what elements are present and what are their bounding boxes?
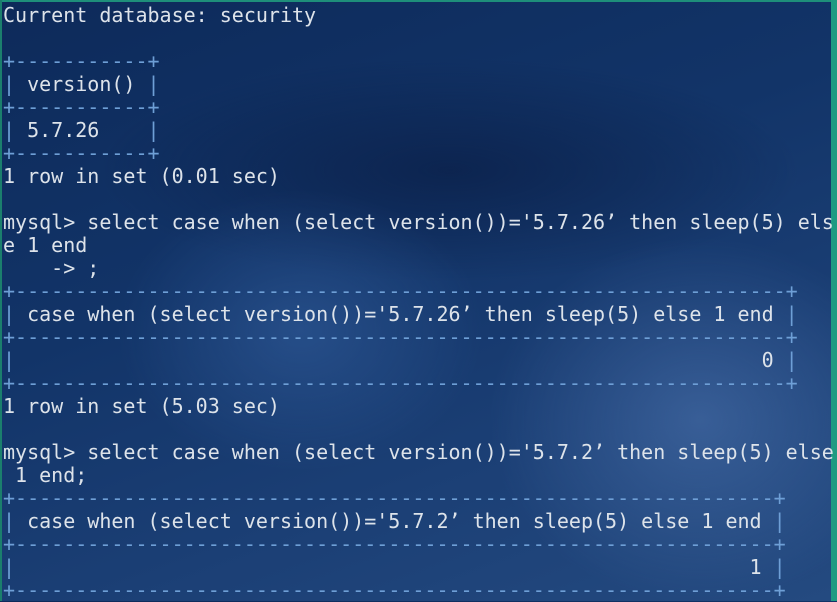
command-line: mysql> select case when (select version(… [3, 210, 834, 234]
table-border: +-----------+ [3, 95, 160, 119]
table-border: +---------------------------------------… [3, 486, 786, 510]
table-pipe: | [3, 555, 16, 579]
output-line: 1 row in set (0.01 sec) [3, 164, 280, 188]
table-border: +---------------------------------------… [3, 325, 798, 349]
table-cell: version() [27, 72, 136, 96]
window-left-border [0, 0, 2, 601]
table-border: +---------------------------------------… [3, 279, 798, 303]
table-pipe: | [3, 302, 16, 326]
command-line: mysql> select case when (select version(… [3, 440, 834, 464]
table-pipe: | [773, 555, 786, 579]
terminal-output[interactable]: Current database: security +-----------+ |… [3, 4, 834, 602]
table-pipe: | [773, 509, 786, 533]
output-line: 1 row in set (5.03 sec) [3, 394, 280, 418]
table-cell: 1 [749, 555, 762, 579]
table-pipe: | [3, 72, 16, 96]
table-border: +-----------+ [3, 141, 160, 165]
table-border: +---------------------------------------… [3, 578, 786, 602]
output-line: e 1 end [3, 233, 88, 257]
table-row: | 0 | [3, 349, 834, 372]
table-pipe: | [3, 348, 16, 372]
table-border: +---------------------------------------… [3, 532, 786, 556]
table-pipe: | [785, 302, 798, 326]
table-border: +---------------------------------------… [3, 371, 798, 395]
table-pipe: | [785, 348, 798, 372]
table-pipe: | [147, 118, 160, 142]
table-row: | 1 | [3, 556, 834, 579]
output-line: 1 end; [3, 463, 88, 487]
output-line: Current database: security [3, 3, 317, 27]
table-row: | case when (select version())='5.7.2’ th… [3, 510, 834, 533]
window-top-border [0, 0, 837, 2]
table-row: | 5.7.26 | [3, 119, 834, 142]
table-cell: case when (select version())='5.7.2’ the… [27, 509, 762, 533]
output-line: -> ; [3, 256, 100, 280]
table-pipe: | [147, 72, 160, 96]
table-cell: 5.7.26 [27, 118, 100, 142]
table-row: | case when (select version())='5.7.26’ t… [3, 303, 834, 326]
table-border: +-----------+ [3, 49, 160, 73]
table-cell: case when (select version())='5.7.26’ th… [27, 302, 774, 326]
table-row: | version() | [3, 73, 834, 96]
table-cell: 0 [761, 348, 774, 372]
table-pipe: | [3, 118, 16, 142]
table-pipe: | [3, 509, 16, 533]
